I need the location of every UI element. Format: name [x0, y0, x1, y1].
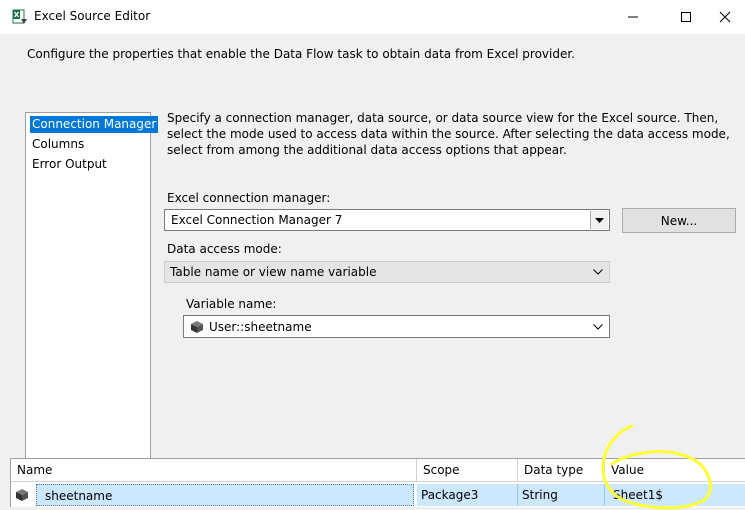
minimize-button[interactable] — [610, 0, 656, 34]
variable-icon — [191, 320, 203, 333]
close-button[interactable] — [702, 0, 745, 34]
chevron-down-icon — [587, 323, 609, 330]
nav-item-columns[interactable]: Columns — [30, 136, 86, 153]
nav-item-connection-manager[interactable]: Connection Manager — [30, 116, 159, 133]
minimize-icon — [628, 16, 638, 18]
data-access-mode-dropdown[interactable]: Table name or view name variable — [164, 261, 610, 283]
cell-name[interactable]: sheetname — [36, 484, 414, 506]
variables-grid: Name Scope Data type Value sheetname Pac… — [10, 458, 745, 507]
close-icon — [719, 11, 731, 23]
data-access-mode-label: Data access mode: — [167, 242, 282, 256]
connection-manager-value: Excel Connection Manager 7 — [171, 213, 343, 227]
chevron-down-icon — [587, 269, 609, 275]
dropdown-arrow-icon[interactable] — [590, 211, 608, 229]
connection-manager-dropdown[interactable]: Excel Connection Manager 7 — [164, 209, 610, 231]
dialog-description: Configure the properties that enable the… — [27, 47, 575, 61]
column-header-name[interactable]: Name — [11, 459, 417, 482]
maximize-icon — [681, 12, 691, 22]
column-header-value[interactable]: Value — [605, 459, 745, 482]
cell-data-type[interactable]: String — [518, 484, 605, 506]
instructions-text: Specify a connection manager, data sourc… — [167, 111, 730, 157]
cell-scope[interactable]: Package3 — [417, 484, 518, 506]
column-header-scope[interactable]: Scope — [417, 459, 518, 482]
variable-name-label: Variable name: — [186, 297, 277, 311]
column-header-data-type[interactable]: Data type — [518, 459, 605, 482]
nav-item-error-output[interactable]: Error Output — [30, 156, 109, 173]
data-access-mode-value: Table name or view name variable — [170, 265, 377, 279]
window-title: Excel Source Editor — [34, 9, 151, 23]
page-navigation-list: Connection Manager Columns Error Output — [25, 112, 159, 462]
row-icon-cell — [11, 484, 34, 506]
title-bar: Excel Source Editor — [0, 0, 745, 34]
cell-value[interactable]: Sheet1$ — [605, 484, 745, 506]
variable-icon — [16, 489, 28, 501]
variable-name-dropdown[interactable]: User::sheetname — [183, 315, 610, 338]
connection-manager-label: Excel connection manager: — [167, 191, 331, 205]
variable-name-value: User::sheetname — [209, 319, 312, 334]
new-connection-button[interactable]: New... — [622, 208, 736, 233]
excel-source-icon — [12, 9, 27, 24]
